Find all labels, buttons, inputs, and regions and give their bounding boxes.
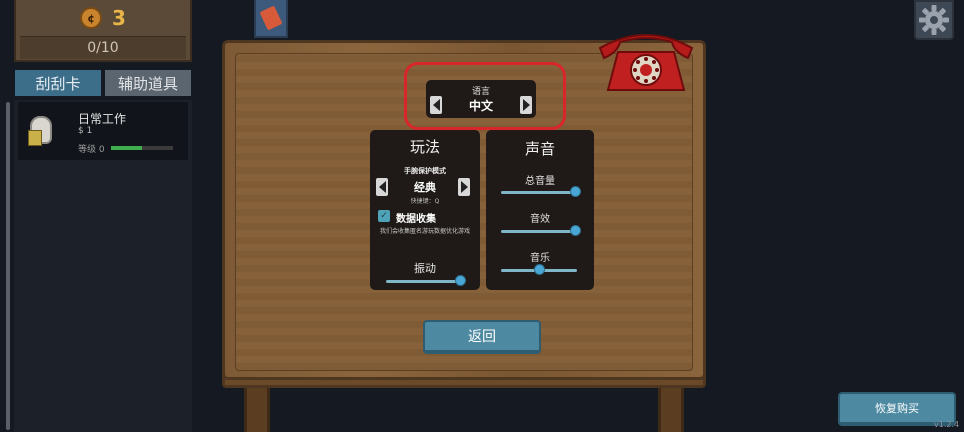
job-glove-cuff [28, 130, 42, 146]
job-level-bar-fill [111, 146, 142, 150]
tab-helper-tools[interactable]: 辅助道具 [105, 70, 191, 96]
coin-row: ¢ 3 [16, 4, 190, 32]
wrist-mode-label: 手腕保护模式 [404, 167, 446, 175]
job-list-item[interactable]: 日常工作 $ 1 等级 0 [18, 102, 188, 160]
tab-scratch-cards[interactable]: 刮刮卡 [15, 70, 101, 96]
slider-knob[interactable] [570, 186, 582, 197]
table-leg-right [658, 388, 684, 432]
job-price: $ 1 [78, 126, 93, 136]
music-volume-slider[interactable] [501, 264, 577, 278]
gameplay-title: 玩法 [409, 138, 440, 156]
arrow-left-icon [378, 181, 386, 193]
gear-icon [919, 5, 949, 35]
checkmark-icon: ✓ [380, 211, 388, 221]
coin-icon: ¢ [80, 7, 103, 29]
job-level-bar [111, 146, 173, 150]
slider-track [501, 230, 577, 233]
vibration-label: 振动 [414, 262, 436, 275]
telephone-icon[interactable] [594, 28, 698, 94]
table-leg-left [244, 388, 270, 432]
job-level: 等级 0 [78, 145, 105, 155]
data-collection-description: 我们会收集匿名游玩数据优化游戏 [379, 228, 470, 235]
gameplay-panel: 玩法 手腕保护模式 经典 快捷键：Q ✓ 数据收集 我们会收集匿名游玩数据优化游… [370, 130, 480, 290]
back-button[interactable]: 返回 [423, 320, 541, 354]
arrow-left-icon [432, 99, 440, 111]
settings-gear-button[interactable] [914, 0, 954, 40]
slider-knob[interactable] [570, 225, 582, 236]
slider-track [386, 280, 461, 283]
ticket-icon[interactable] [254, 0, 288, 38]
coin-count: 3 [112, 6, 126, 30]
arrow-right-icon [460, 181, 468, 193]
wrist-mode-shortcut: 快捷键：Q [410, 198, 440, 205]
master-volume-slider[interactable] [501, 186, 582, 200]
sound-panel: 声音 总音量 音效 音乐 [486, 130, 594, 290]
language-prev-button[interactable] [430, 96, 442, 114]
slider-knob[interactable] [534, 264, 545, 275]
slider-knob[interactable] [454, 275, 466, 286]
sound-title: 声音 [524, 140, 555, 158]
coin-panel: ¢ 3 0/10 [14, 0, 192, 62]
progress-counter: 0/10 [20, 36, 186, 59]
language-selector: 语言 中文 [426, 80, 536, 118]
master-volume-label: 总音量 [525, 176, 555, 187]
sfx-volume-slider[interactable] [501, 225, 582, 239]
wrist-mode-next-button[interactable] [458, 178, 470, 196]
slider-track [501, 191, 577, 194]
coin-symbol: ¢ [87, 11, 95, 25]
job-list-scrollbar[interactable] [6, 102, 10, 430]
data-collection-checkbox[interactable]: ✓ [378, 210, 390, 222]
arrow-right-icon [522, 99, 530, 111]
version-label: v1.2.4 [934, 420, 960, 429]
ticket-shape [259, 5, 283, 31]
music-volume-label: 音乐 [530, 253, 550, 264]
sfx-volume-label: 音效 [530, 214, 550, 225]
language-next-button[interactable] [520, 96, 532, 114]
language-title: 语言 [471, 87, 490, 97]
vibration-slider[interactable] [386, 275, 466, 289]
job-title: 日常工作 [78, 112, 127, 126]
data-collection-label: 数据收集 [396, 214, 436, 225]
wrist-mode-prev-button[interactable] [376, 178, 388, 196]
